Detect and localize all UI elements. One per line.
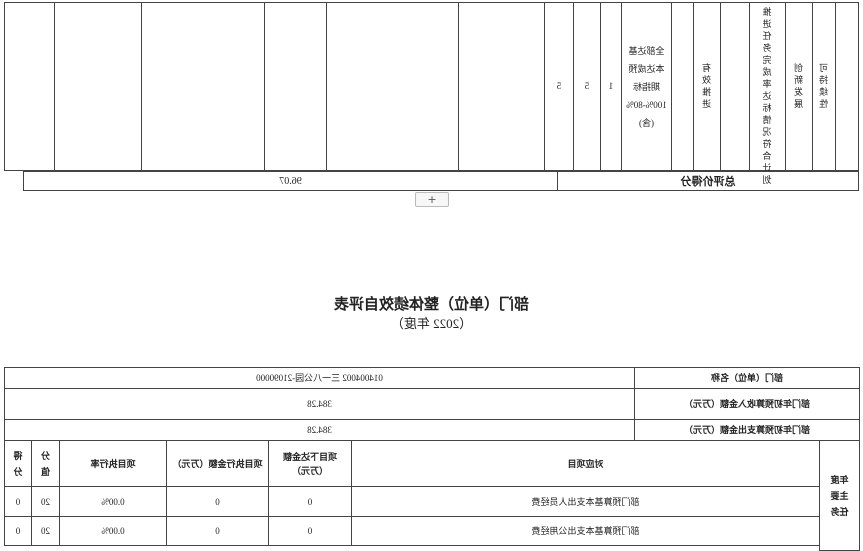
expense-value-cell: 384.28 [4,419,635,441]
mirrored-document: 可持续性 创新发展 推进任务完成率达标情况符合计划 有效推进 全部达基 本达成预… [0,0,863,551]
row-1-score-cell: 0 [4,486,32,517]
metric-line-4: 100%-80% [626,99,667,110]
total-label: 总评价得分 [680,176,736,188]
dept-value: 014004002 三一八公园-21090000 [256,373,383,383]
table-row: 部门预算基本支出公用经费 [351,516,820,546]
upper-col-d [671,2,694,171]
row-1-rate: 0.00% [101,496,125,507]
header-weight: 分值 [41,450,51,477]
metric-line-3: 期指标 [633,81,661,92]
category-sub-cell: 可持续性 [812,2,836,171]
row-1-project: 部门预算基本支出人员经费 [531,496,640,507]
indicator-text: 有效推进 [702,62,712,111]
side-label-cell: 年度主要任务 [819,440,860,551]
header-executed-cell: 项目执行金额（万元） [166,440,269,487]
metric-cell: 全部达基 本达成预 期指标 100%-80% (含) [621,2,672,171]
income-value-cell: 384.28 [4,388,635,420]
row-2-executed: 0 [215,526,220,536]
total-label-cell: 总评价得分 [557,171,859,191]
upper-col-f [326,2,459,171]
indicator-desc-cell: 推进任务完成率达标情况符合计划 [749,2,786,187]
expense-value: 384.28 [307,425,332,435]
header-rate-cell: 项目执行率 [59,440,167,487]
header-score: 得分 [13,450,23,477]
metric-line-1: 全部达基 [628,45,665,56]
row-1-weight-cell: 20 [31,486,60,517]
indicator-desc-text: 推进任务完成率达标情况符合计划 [762,6,773,187]
expense-label-cell: 部门年初预算支出金额（万元） [634,419,860,441]
row-1-score: 0 [15,496,21,507]
dept-value-cell: 014004002 三一八公园-21090000 [4,367,635,389]
add-row-button[interactable]: + [415,192,449,207]
upper-col-j [4,2,55,171]
upper-col-a [835,2,859,171]
total-value-cell: 96.07 [23,171,558,191]
upper-table: 可持续性 创新发展 推进任务完成率达标情况符合计划 有效推进 全部达基 本达成预… [4,2,859,192]
row-2-weight-cell: 20 [31,516,60,546]
metric-line-2: 本达成预 [628,63,665,74]
header-allocated: 项目下达金额（万元） [283,451,338,476]
dept-label: 部门（单位）名称 [711,373,784,383]
category-sub-text: 可持续性 [819,62,829,111]
expense-label: 部门年初预算支出金额（万元） [684,425,811,435]
row-1-allocated-cell: 0 [268,486,352,517]
score-3: 1 [608,81,614,91]
upper-col-h [141,2,265,171]
category-cell: 创新发展 [785,2,813,171]
row-2-allocated-cell: 0 [268,516,352,546]
lower-table: 部门（单位）名称 014004002 三一八公园-21090000 部门年初预算… [4,367,860,551]
row-1-weight: 20 [41,496,50,507]
row-2-score: 0 [15,526,21,536]
report-year: （2022 年度） [390,316,473,331]
row-1-allocated: 0 [307,496,313,507]
income-label: 部门年初预算收入金额（万元） [684,399,811,409]
row-2-score-cell: 0 [4,516,32,546]
income-label-cell: 部门年初预算收入金额（万元） [634,388,860,420]
category-text: 创新发展 [794,62,804,111]
total-value: 96.07 [279,175,302,187]
upper-col-g [264,2,327,171]
score-1: 5 [556,81,562,91]
header-allocated-cell: 项目下达金额（万元） [268,440,352,487]
plus-icon: + [427,193,437,206]
header-score-cell: 得分 [4,440,32,487]
row-1-executed: 0 [215,496,220,507]
row-2-project: 部门预算基本支出公用经费 [531,526,640,536]
row-2-allocated: 0 [307,526,313,536]
row-2-rate-cell: 0.00% [59,516,167,546]
row-2-executed-cell: 0 [166,516,269,546]
metric-line-5: (含) [639,117,654,128]
score-2: 5 [584,81,590,91]
upper-col-e [458,2,545,171]
header-weight-cell: 分值 [31,440,60,487]
side-label: 年度主要任务 [830,474,849,517]
header-executed: 项目执行金额（万元） [172,458,263,469]
upper-col-c [720,2,750,171]
report-title: 部门（单位）整体绩效自评表 [334,297,530,313]
row-2-rate: 0.00% [101,526,125,536]
row-1-executed-cell: 0 [166,486,269,517]
table-row: 部门预算基本支出人员经费 [351,486,820,517]
upper-col-i [54,2,142,171]
row-2-weight: 20 [41,526,50,536]
indicator-cell: 有效推进 [693,2,721,171]
income-value: 384.28 [307,399,332,409]
row-1-rate-cell: 0.00% [59,486,167,517]
header-rate: 项目执行率 [90,458,136,469]
header-project: 对应项目 [567,458,604,469]
header-project-cell: 对应项目 [351,440,820,487]
dept-label-cell: 部门（单位）名称 [634,367,860,389]
